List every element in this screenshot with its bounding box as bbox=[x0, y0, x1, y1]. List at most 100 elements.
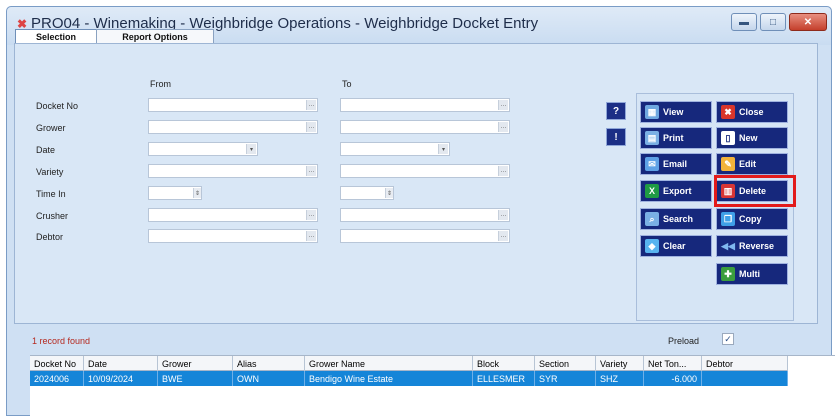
export-button[interactable]: X Export bbox=[640, 180, 712, 202]
view-button[interactable]: ▦ View bbox=[640, 101, 712, 123]
table-cell: SHZ bbox=[596, 371, 644, 386]
edit-pencil-icon: ✎ bbox=[721, 157, 735, 171]
edit-button[interactable]: ✎ Edit bbox=[716, 153, 788, 175]
time-in-from-spinner[interactable]: ⇕ bbox=[148, 186, 202, 200]
multi-label: Multi bbox=[739, 269, 760, 279]
column-header[interactable]: Grower bbox=[158, 356, 233, 371]
new-document-icon: ▯ bbox=[721, 131, 735, 145]
column-header[interactable]: Grower Name bbox=[305, 356, 473, 371]
lookup-icon[interactable]: … bbox=[498, 122, 508, 132]
help-icon: ? bbox=[612, 105, 620, 117]
info-button[interactable]: ! bbox=[606, 128, 626, 146]
debtor-to-field[interactable]: … bbox=[340, 229, 510, 243]
preload-label: Preload bbox=[668, 336, 700, 346]
column-header[interactable]: Net Ton... bbox=[644, 356, 702, 371]
date-label: Date bbox=[36, 145, 56, 155]
email-button[interactable]: ✉ Email bbox=[640, 153, 712, 175]
column-header[interactable]: Docket No bbox=[30, 356, 84, 371]
close-button[interactable]: ✖ Close bbox=[716, 101, 788, 123]
results-grid: Docket No Date Grower Alias Grower Name … bbox=[30, 355, 835, 416]
lookup-icon[interactable]: … bbox=[306, 231, 316, 241]
dropdown-icon[interactable]: ▾ bbox=[246, 144, 256, 154]
docket-no-to-field[interactable]: … bbox=[340, 98, 510, 112]
search-icon: ⌕ bbox=[645, 212, 659, 226]
export-label: Export bbox=[663, 186, 692, 196]
email-icon: ✉ bbox=[645, 157, 659, 171]
column-header[interactable]: Debtor bbox=[702, 356, 788, 371]
reverse-button[interactable]: ◀◀ Reverse bbox=[716, 235, 788, 257]
column-header[interactable]: Date bbox=[84, 356, 158, 371]
column-header[interactable]: Section bbox=[535, 356, 596, 371]
column-header[interactable]: Block bbox=[473, 356, 535, 371]
reverse-label: Reverse bbox=[739, 241, 775, 251]
copy-button[interactable]: ❐ Copy bbox=[716, 208, 788, 230]
table-cell: -6.000 bbox=[644, 371, 702, 386]
minimize-button[interactable]: ▬ bbox=[731, 13, 757, 31]
multi-button[interactable]: ✚ Multi bbox=[716, 263, 788, 285]
debtor-from-field[interactable]: … bbox=[148, 229, 318, 243]
help-button[interactable]: ? bbox=[606, 102, 626, 120]
crusher-from-field[interactable]: … bbox=[148, 208, 318, 222]
close-window-button[interactable]: ✕ bbox=[789, 13, 827, 31]
email-label: Email bbox=[663, 159, 688, 169]
table-cell: BWE bbox=[158, 371, 233, 386]
lookup-icon[interactable]: … bbox=[498, 100, 508, 110]
time-in-label: Time In bbox=[36, 189, 66, 199]
table-cell: 2024006 bbox=[30, 371, 84, 386]
lookup-icon[interactable]: … bbox=[306, 210, 316, 220]
variety-to-field[interactable]: … bbox=[340, 164, 510, 178]
table-cell: SYR bbox=[535, 371, 596, 386]
dropdown-icon[interactable]: ▾ bbox=[438, 144, 448, 154]
column-header[interactable]: Alias bbox=[233, 356, 305, 371]
date-to-field[interactable]: ▾ bbox=[340, 142, 450, 156]
table-cell: OWN bbox=[233, 371, 305, 386]
lookup-icon[interactable]: … bbox=[498, 231, 508, 241]
close-label: Close bbox=[739, 107, 764, 117]
preload-checkbox[interactable]: ✓ bbox=[722, 333, 734, 345]
restore-button[interactable]: □ bbox=[760, 13, 786, 31]
lookup-icon[interactable]: … bbox=[306, 100, 316, 110]
copy-label: Copy bbox=[739, 214, 762, 224]
search-label: Search bbox=[663, 214, 694, 224]
delete-highlight-box bbox=[714, 175, 796, 207]
clear-button[interactable]: ◆ Clear bbox=[640, 235, 712, 257]
variety-label: Variety bbox=[36, 167, 64, 177]
search-button[interactable]: ⌕ Search bbox=[640, 208, 712, 230]
info-icon: ! bbox=[614, 131, 618, 143]
close-icon: ✖ bbox=[721, 105, 735, 119]
record-count-status: 1 record found bbox=[32, 336, 91, 346]
spinner-arrows-icon[interactable]: ⇕ bbox=[385, 188, 393, 198]
variety-from-field[interactable]: … bbox=[148, 164, 318, 178]
table-row[interactable]: 2024006 10/09/2024 BWE OWN Bendigo Wine … bbox=[30, 371, 788, 386]
lookup-icon[interactable]: … bbox=[306, 166, 316, 176]
crusher-label: Crusher bbox=[36, 211, 69, 221]
grid-header-row: Docket No Date Grower Alias Grower Name … bbox=[30, 356, 788, 371]
reverse-icon: ◀◀ bbox=[721, 240, 735, 251]
date-from-field[interactable]: ▾ bbox=[148, 142, 258, 156]
column-header[interactable]: Variety bbox=[596, 356, 644, 371]
close-icon: ✕ bbox=[803, 16, 813, 28]
docket-no-from-field[interactable]: … bbox=[148, 98, 318, 112]
grower-to-field[interactable]: … bbox=[340, 120, 510, 134]
crusher-to-field[interactable]: … bbox=[340, 208, 510, 222]
view-label: View bbox=[663, 107, 684, 117]
new-label: New bbox=[739, 133, 758, 143]
table-cell: 10/09/2024 bbox=[84, 371, 158, 386]
table-cell: Bendigo Wine Estate bbox=[305, 371, 473, 386]
debtor-label: Debtor bbox=[36, 232, 64, 242]
table-cell bbox=[702, 371, 788, 386]
spinner-arrows-icon[interactable]: ⇕ bbox=[193, 188, 201, 198]
checkmark-icon: ✓ bbox=[724, 333, 732, 344]
print-button[interactable]: ▤ Print bbox=[640, 127, 712, 149]
time-in-to-spinner[interactable]: ⇕ bbox=[340, 186, 394, 200]
print-label: Print bbox=[663, 133, 684, 143]
grower-from-field[interactable]: … bbox=[148, 120, 318, 134]
restore-icon: □ bbox=[769, 16, 777, 28]
copy-icon: ❐ bbox=[721, 212, 735, 226]
to-column-header: To bbox=[342, 79, 352, 89]
lookup-icon[interactable]: … bbox=[306, 122, 316, 132]
lookup-icon[interactable]: … bbox=[498, 166, 508, 176]
clear-label: Clear bbox=[663, 241, 686, 251]
lookup-icon[interactable]: … bbox=[498, 210, 508, 220]
new-button[interactable]: ▯ New bbox=[716, 127, 788, 149]
